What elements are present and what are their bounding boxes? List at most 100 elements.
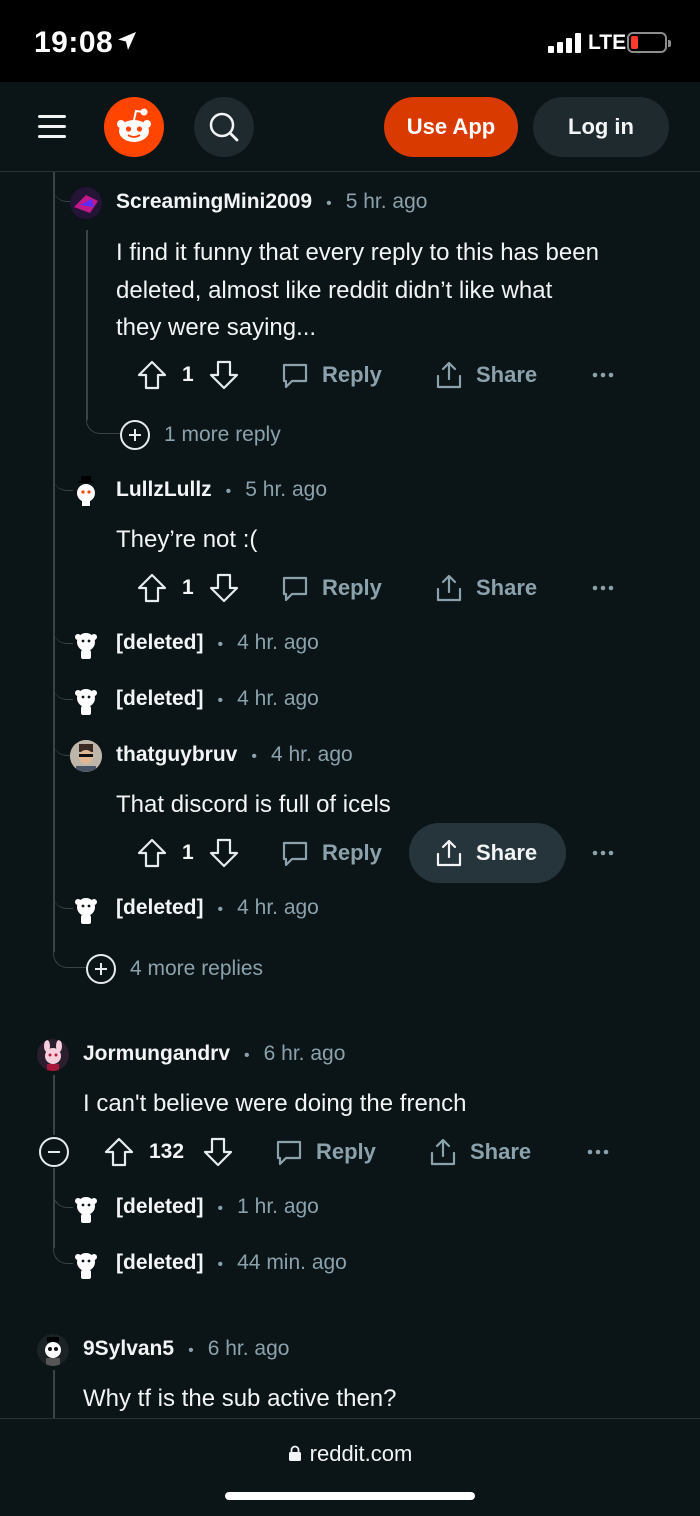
avatar[interactable] [37, 1334, 69, 1366]
upvote-icon [137, 573, 167, 603]
network-type: LTE [588, 31, 627, 54]
overflow-menu-icon[interactable] [587, 1122, 609, 1182]
overflow-menu-icon[interactable] [592, 558, 614, 618]
more-replies-button[interactable]: 1 more reply [120, 420, 281, 450]
avatar[interactable] [70, 475, 102, 507]
username[interactable]: LullzLullz [116, 478, 212, 501]
comment-bubble-icon [282, 576, 308, 602]
downvote-button[interactable] [208, 345, 240, 405]
upvote-icon [104, 1137, 134, 1167]
timestamp: 4 hr. ago [237, 687, 319, 710]
downvote-icon [203, 1137, 233, 1167]
deleted-avatar-icon [70, 1248, 102, 1280]
timestamp: 44 min. ago [237, 1251, 347, 1274]
comment-meta: [deleted] • 1 hr. ago [116, 1195, 319, 1218]
comment-actions: 1 Reply Share [0, 823, 700, 883]
comment-actions: 1 Reply Share [0, 345, 700, 405]
username[interactable]: Jormungandrv [83, 1042, 230, 1065]
upvote-button[interactable] [136, 823, 168, 883]
downvote-icon [209, 360, 239, 390]
timestamp: 5 hr. ago [345, 190, 428, 213]
downvote-button[interactable] [202, 1122, 234, 1182]
share-icon [436, 574, 462, 602]
upvote-button[interactable] [103, 1122, 135, 1182]
search-button[interactable] [194, 97, 254, 157]
reply-button[interactable]: Reply [280, 823, 382, 883]
use-app-button[interactable]: Use App [384, 97, 518, 157]
comment-meta: [deleted] • 44 min. ago [116, 1251, 347, 1274]
upvote-icon [137, 360, 167, 390]
share-icon [430, 1138, 456, 1166]
reply-button[interactable]: Reply [274, 1122, 376, 1182]
reply-button[interactable]: Reply [280, 345, 382, 405]
username[interactable]: thatguybruv [116, 743, 237, 766]
timestamp: 6 hr. ago [207, 1337, 290, 1360]
vote-count: 1 [182, 576, 194, 599]
upvote-button[interactable] [136, 345, 168, 405]
username[interactable]: ScreamingMini2009 [116, 190, 312, 213]
url-bar[interactable]: reddit.com [0, 1441, 700, 1467]
vote-count: 1 [182, 363, 194, 386]
avatar[interactable] [37, 1039, 69, 1071]
login-button[interactable]: Log in [533, 97, 669, 157]
signal-bars-icon [548, 33, 582, 53]
downvote-button[interactable] [208, 823, 240, 883]
downvote-button[interactable] [208, 558, 240, 618]
timestamp: 4 hr. ago [237, 896, 319, 919]
comment-body: That discord is full of icels [116, 791, 391, 818]
reply-button[interactable]: Reply [280, 558, 382, 618]
vote-count: 1 [182, 841, 194, 864]
username[interactable]: 9Sylvan5 [83, 1337, 174, 1360]
comment-meta: [deleted] • 4 hr. ago [116, 631, 319, 654]
avatar[interactable] [70, 740, 102, 772]
share-button[interactable]: Share [434, 558, 537, 618]
timestamp: 4 hr. ago [270, 743, 353, 766]
username: [deleted] [116, 896, 204, 919]
thread-connector [53, 952, 87, 968]
comment-bubble-icon [282, 363, 308, 389]
timestamp: 1 hr. ago [237, 1195, 319, 1218]
status-time: 19:08 [34, 26, 114, 59]
comment-body: They’re not :( [116, 526, 258, 553]
deleted-avatar-icon [70, 684, 102, 716]
comment-meta: ScreamingMini2009 • 5 hr. ago [116, 190, 428, 213]
share-icon [436, 361, 462, 389]
comment-bubble-icon [282, 841, 308, 867]
username: [deleted] [116, 687, 204, 710]
hamburger-icon[interactable] [38, 115, 66, 139]
thread-connector [86, 418, 120, 434]
home-indicator[interactable] [225, 1492, 475, 1500]
comment-meta: thatguybruv • 4 hr. ago [116, 743, 353, 766]
comment-meta: [deleted] • 4 hr. ago [116, 896, 319, 919]
comment-meta: Jormungandrv • 6 hr. ago [83, 1042, 346, 1065]
comment-meta: [deleted] • 4 hr. ago [116, 687, 319, 710]
comment-actions: 132 Reply Share [0, 1122, 700, 1182]
comment-body: I can't believe were doing the french [83, 1090, 467, 1117]
comment-meta: 9Sylvan5 • 6 hr. ago [83, 1337, 290, 1360]
overflow-menu-icon[interactable] [592, 823, 614, 883]
overflow-menu-icon[interactable] [592, 345, 614, 405]
vote-count: 132 [149, 1140, 185, 1163]
location-arrow-icon [118, 32, 136, 50]
battery-icon [627, 32, 671, 53]
downvote-icon [209, 838, 239, 868]
username: [deleted] [116, 631, 204, 654]
plus-icon [86, 954, 116, 984]
lock-icon [288, 1445, 301, 1461]
avatar[interactable] [70, 187, 102, 219]
deleted-avatar-icon [70, 628, 102, 660]
upvote-icon [137, 838, 167, 868]
more-replies-button[interactable]: 4 more replies [86, 954, 263, 984]
comment-body: I find it funny that every reply to this… [116, 239, 599, 341]
share-button[interactable]: Share [428, 1122, 531, 1182]
browser-bottom-bar [0, 1418, 700, 1516]
reddit-logo-icon[interactable] [104, 97, 164, 157]
share-button[interactable]: Share [434, 823, 537, 883]
deleted-avatar-icon [70, 1192, 102, 1224]
comment-meta: LullzLullz • 5 hr. ago [116, 478, 327, 501]
share-button[interactable]: Share [434, 345, 537, 405]
plus-icon [120, 420, 150, 450]
search-icon [209, 112, 239, 142]
username: [deleted] [116, 1195, 204, 1218]
upvote-button[interactable] [136, 558, 168, 618]
